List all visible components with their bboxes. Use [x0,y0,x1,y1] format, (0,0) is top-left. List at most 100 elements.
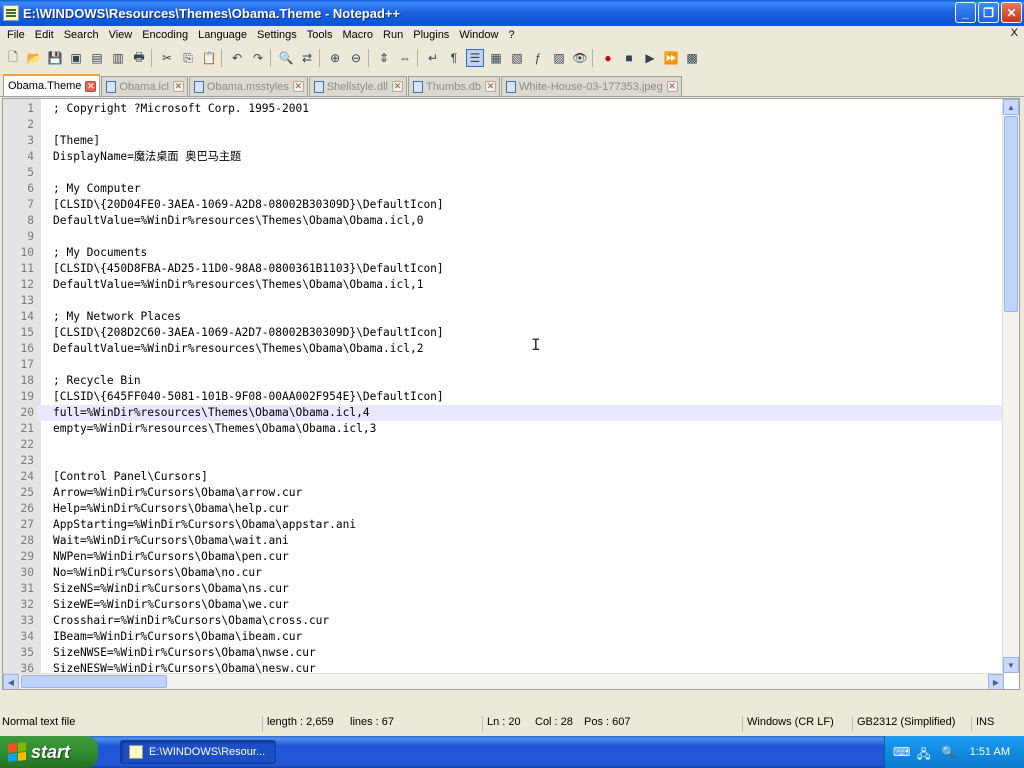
editor-line[interactable]: 22 [3,437,1003,453]
record-macro-icon[interactable]: ● [599,49,617,67]
redo-icon[interactable]: ↷ [249,49,267,67]
cut-icon[interactable]: ✂ [158,49,176,67]
line-text[interactable]: empty=%WinDir%resources\Themes\Obama\Oba… [37,421,376,437]
menu-settings[interactable]: Settings [252,29,302,41]
line-text[interactable]: No=%WinDir%Cursors\Obama\no.cur [37,565,262,581]
indent-guide-icon[interactable]: ☰ [466,49,484,67]
playback-macro-icon[interactable]: ▶ [641,49,659,67]
close-tab-icon[interactable]: ✕ [172,81,184,92]
line-text[interactable]: ; Recycle Bin [37,373,141,389]
clock[interactable]: 1:51 AM [970,746,1010,758]
folder-workspace-icon[interactable]: ▨ [550,49,568,67]
editor-line[interactable]: 16 DefaultValue=%WinDir%resources\Themes\… [3,341,1003,357]
line-text[interactable]: ; Copyright ?Microsoft Corp. 1995-2001 [37,101,309,117]
editor-line[interactable]: 7 [CLSID\{20D04FE0-3AEA-1069-A2D8-08002B3… [3,197,1003,213]
new-file-icon[interactable]: 🗋 [4,49,22,67]
undo-icon[interactable]: ↶ [228,49,246,67]
editor-line[interactable]: 24 [Control Panel\Cursors] [3,469,1003,485]
editor-line[interactable]: 34 IBeam=%WinDir%Cursors\Obama\ibeam.cur [3,629,1003,645]
line-text[interactable]: Arrow=%WinDir%Cursors\Obama\arrow.cur [37,485,302,501]
line-text[interactable]: SizeNWSE=%WinDir%Cursors\Obama\nwse.cur [37,645,316,661]
stop-recording-icon[interactable]: ■ [620,49,638,67]
editor-line[interactable]: 33 Crosshair=%WinDir%Cursors\Obama\cross.… [3,613,1003,629]
vertical-scroll-thumb[interactable] [1004,116,1018,312]
sync-horizontal-icon[interactable]: ⇔ [396,49,414,67]
close-button[interactable]: ✕ [1001,2,1022,23]
line-text[interactable]: DefaultValue=%WinDir%resources\Themes\Ob… [37,277,423,293]
line-text[interactable]: DisplayName=魔法桌面 奥巴马主题 [37,149,241,165]
line-text[interactable] [37,453,53,469]
tab-shellstyle-dll[interactable]: Shellstyle.dll ✕ [308,76,407,96]
editor-line[interactable]: 8 DefaultValue=%WinDir%resources\Themes\O… [3,213,1003,229]
close-tab-icon[interactable]: ✕ [292,81,304,92]
editor-line[interactable]: 35 SizeNWSE=%WinDir%Cursors\Obama\nwse.cu… [3,645,1003,661]
print-icon[interactable]: 🖶 [130,49,148,67]
editor-line[interactable]: 23 [3,453,1003,469]
editor-line[interactable]: 12 DefaultValue=%WinDir%resources\Themes\… [3,277,1003,293]
maximize-button[interactable]: ❐ [978,2,999,23]
replace-icon[interactable]: ⇄ [298,49,316,67]
editor-line[interactable]: 2 [3,117,1003,133]
menu-tools[interactable]: Tools [302,29,338,41]
editor-line[interactable]: 25 Arrow=%WinDir%Cursors\Obama\arrow.cur [3,485,1003,501]
zoom-in-icon[interactable]: ⊕ [326,49,344,67]
close-tab-icon[interactable]: ✕ [666,81,678,92]
line-text[interactable]: ; My Computer [37,181,141,197]
user-language-icon[interactable]: ▦ [487,49,505,67]
scroll-right-icon[interactable]: ▶ [988,674,1004,689]
horizontal-scrollbar[interactable]: ◀ ▶ [3,673,1004,689]
close-file-icon[interactable]: ▤ [88,49,106,67]
menu-help[interactable]: ? [503,29,519,41]
editor-line[interactable]: 21 empty=%WinDir%resources\Themes\Obama\O… [3,421,1003,437]
tab-obama-theme[interactable]: Obama.Theme ✕ [3,74,101,96]
document-map-icon[interactable]: ▧ [508,49,526,67]
editor-line[interactable]: 19 [CLSID\{645FF040-5081-101B-9F08-00AA00… [3,389,1003,405]
line-text[interactable] [37,165,53,181]
start-button[interactable]: start [0,736,98,768]
save-icon[interactable]: 💾 [46,49,64,67]
tab-obama-msstyles[interactable]: Obama.msstyles ✕ [188,76,308,96]
close-document-button[interactable]: X [1011,27,1018,39]
close-tab-icon[interactable]: ✕ [391,81,403,92]
title-bar[interactable]: E:\WINDOWS\Resources\Themes\Obama.Theme … [0,0,1024,26]
editor-line[interactable]: 28 Wait=%WinDir%Cursors\Obama\wait.ani [3,533,1003,549]
search-icon[interactable]: 🔍 [941,745,957,759]
tab-obama-icl[interactable]: Obama.icl ✕ [101,76,188,96]
line-text[interactable]: Crosshair=%WinDir%Cursors\Obama\cross.cu… [37,613,329,629]
menu-run[interactable]: Run [378,29,408,41]
line-text[interactable]: [CLSID\{450D8FBA-AD25-11D0-98A8-0800361B… [37,261,444,277]
save-all-icon[interactable]: ▣ [67,49,85,67]
editor-line[interactable]: 13 [3,293,1003,309]
minimize-button[interactable]: _ [955,2,976,23]
line-text[interactable]: ; My Documents [37,245,147,261]
line-text[interactable] [37,293,53,309]
monitoring-icon[interactable]: 👁 [571,49,589,67]
menu-edit[interactable]: Edit [30,29,59,41]
editor-lines[interactable]: 1; Copyright ?Microsoft Corp. 1995-2001 2… [3,101,1003,689]
line-text[interactable] [37,357,53,373]
close-tab-icon[interactable]: ✕ [485,81,496,92]
sync-vertical-icon[interactable]: ⇕ [375,49,393,67]
copy-icon[interactable]: ⎘ [179,49,197,67]
scroll-left-icon[interactable]: ◀ [3,674,19,689]
editor-line[interactable]: 9 [3,229,1003,245]
line-text[interactable]: SizeNS=%WinDir%Cursors\Obama\ns.cur [37,581,289,597]
close-all-icon[interactable]: ▥ [109,49,127,67]
save-macro-icon[interactable]: ▩ [683,49,701,67]
notepad-plus-plus-icon[interactable] [3,5,19,21]
editor-line[interactable]: 17 [3,357,1003,373]
line-text[interactable]: [CLSID\{20D04FE0-3AEA-1069-A2D8-08002B30… [37,197,444,213]
line-text[interactable]: full=%WinDir%resources\Themes\Obama\Obam… [37,405,370,421]
line-text[interactable]: IBeam=%WinDir%Cursors\Obama\ibeam.cur [37,629,302,645]
editor-line[interactable]: 6; My Computer [3,181,1003,197]
line-text[interactable] [37,117,53,133]
editor-line[interactable]: 26 Help=%WinDir%Cursors\Obama\help.cur [3,501,1003,517]
function-list-icon[interactable]: ƒ [529,49,547,67]
editor-line[interactable]: 29 NWPen=%WinDir%Cursors\Obama\pen.cur [3,549,1003,565]
word-wrap-icon[interactable]: ↵ [424,49,442,67]
vertical-scrollbar[interactable]: ▲ ▼ [1002,99,1019,673]
editor-line[interactable]: 20 full=%WinDir%resources\Themes\Obama\Ob… [3,405,1003,421]
editor-line[interactable]: 4 DisplayName=魔法桌面 奥巴马主题 [3,149,1003,165]
editor-line[interactable]: 5 [3,165,1003,181]
editor-line[interactable]: 15 [CLSID\{208D2C60-3AEA-1069-A2D7-08002B… [3,325,1003,341]
